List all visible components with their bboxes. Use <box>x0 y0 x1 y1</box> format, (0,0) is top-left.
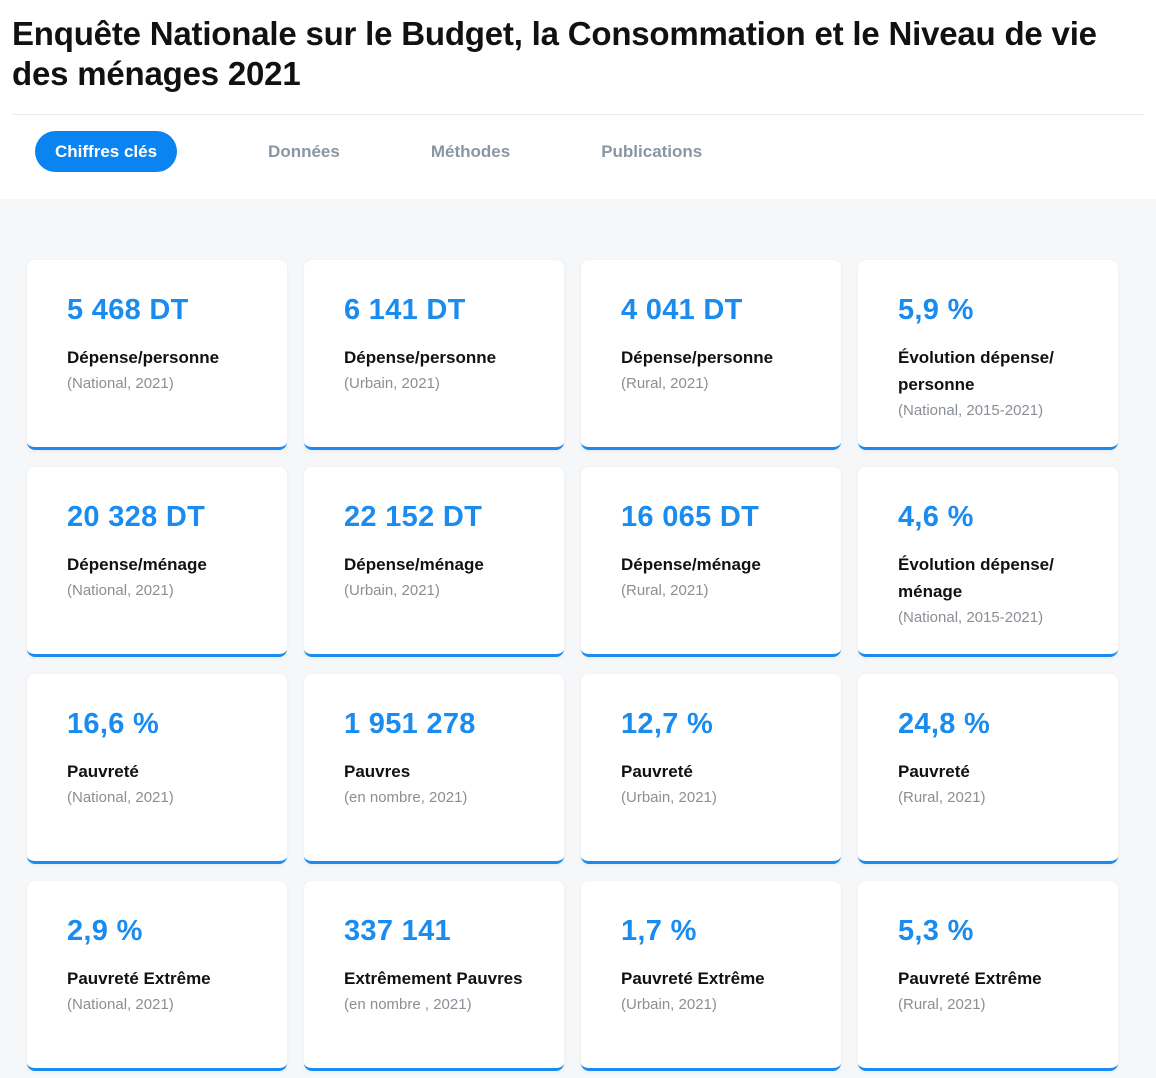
stat-context: (Rural, 2021) <box>621 582 709 599</box>
stat-value: 337 141 <box>344 915 451 947</box>
stat-value: 4 041 DT <box>621 294 743 326</box>
stat-card: 5 468 DT Dépense/personne (National, 202… <box>27 260 287 450</box>
stat-context: (Urbain, 2021) <box>621 996 717 1013</box>
stat-label: Pauvreté Extrême <box>621 969 765 988</box>
stat-context: (National, 2015-2021) <box>898 609 1044 626</box>
stat-label: Pauvreté <box>898 762 970 781</box>
tab-bar: Chiffres clés Données Méthodes Publicati… <box>12 131 1144 172</box>
key-figures-section: 5 468 DT Dépense/personne (National, 202… <box>0 199 1156 1078</box>
stat-label: Pauvreté Extrême <box>898 969 1042 988</box>
header-divider <box>12 114 1144 115</box>
stat-context: (National, 2021) <box>67 789 174 806</box>
stat-value: 22 152 DT <box>344 501 483 533</box>
stat-value: 4,6 % <box>898 501 974 533</box>
stat-value: 12,7 % <box>621 708 714 740</box>
stat-context: (National, 2021) <box>67 375 174 392</box>
page-title: Enquête Nationale sur le Budget, la Cons… <box>12 15 1097 92</box>
page-header: Enquête Nationale sur le Budget, la Cons… <box>0 0 1156 199</box>
tab-publications[interactable]: Publications <box>601 131 702 172</box>
stat-card: 1,7 % Pauvreté Extrême (Urbain, 2021) <box>581 881 841 1071</box>
stat-label: Dépense/personne <box>621 348 774 367</box>
stat-card: 337 141 Extrêmement Pauvres (en nombre ,… <box>304 881 564 1071</box>
stat-card: 1 951 278 Pauvres (en nombre, 2021) <box>304 674 564 864</box>
stat-context: (en nombre , 2021) <box>344 996 472 1013</box>
tab-chiffres-cles[interactable]: Chiffres clés <box>35 131 178 172</box>
stat-card: 12,7 % Pauvreté (Urbain, 2021) <box>581 674 841 864</box>
stat-context: (National, 2015-2021) <box>898 402 1044 419</box>
stat-label: Dépense/personne <box>67 348 220 367</box>
stat-label: Évolution dépense/ personne <box>898 348 1054 394</box>
stat-context: (Rural, 2021) <box>621 375 709 392</box>
stat-card: 24,8 % Pauvreté (Rural, 2021) <box>858 674 1118 864</box>
stat-value: 5,3 % <box>898 915 974 947</box>
stat-card: 5,9 % Évolution dépense/ personne (Natio… <box>858 260 1118 450</box>
stat-value: 24,8 % <box>898 708 991 740</box>
stat-label: Dépense/ménage <box>344 555 484 574</box>
stat-value: 1 951 278 <box>344 708 476 740</box>
stat-card: 22 152 DT Dépense/ménage (Urbain, 2021) <box>304 467 564 657</box>
stat-label: Pauvreté Extrême <box>67 969 211 988</box>
stat-value: 5 468 DT <box>67 294 189 326</box>
stat-label: Dépense/ménage <box>621 555 761 574</box>
stat-card: 2,9 % Pauvreté Extrême (National, 2021) <box>27 881 287 1071</box>
stat-label: Pauvreté <box>621 762 693 781</box>
stat-label: Pauvres <box>344 762 411 781</box>
tab-methodes[interactable]: Méthodes <box>431 131 510 172</box>
stat-context: (Urbain, 2021) <box>344 375 440 392</box>
stat-card: 16 065 DT Dépense/ménage (Rural, 2021) <box>581 467 841 657</box>
stat-card: 4,6 % Évolution dépense/ ménage (Nationa… <box>858 467 1118 657</box>
stat-context: (Urbain, 2021) <box>621 789 717 806</box>
stat-label: Évolution dépense/ ménage <box>898 555 1054 601</box>
stat-value: 6 141 DT <box>344 294 466 326</box>
key-figures-grid: 5 468 DT Dépense/personne (National, 202… <box>27 260 1118 1071</box>
stat-value: 2,9 % <box>67 915 143 947</box>
stat-context: (Urbain, 2021) <box>344 582 440 599</box>
stat-value: 5,9 % <box>898 294 974 326</box>
stat-value: 20 328 DT <box>67 501 206 533</box>
stat-value: 16,6 % <box>67 708 160 740</box>
stat-card: 5,3 % Pauvreté Extrême (Rural, 2021) <box>858 881 1118 1071</box>
stat-label: Extrêmement Pauvres <box>344 969 523 988</box>
stat-value: 16 065 DT <box>621 501 760 533</box>
stat-card: 4 041 DT Dépense/personne (Rural, 2021) <box>581 260 841 450</box>
stat-context: (en nombre, 2021) <box>344 789 468 806</box>
stat-label: Dépense/personne <box>344 348 497 367</box>
stat-card: 6 141 DT Dépense/personne (Urbain, 2021) <box>304 260 564 450</box>
stat-context: (Rural, 2021) <box>898 789 986 806</box>
stat-card: 20 328 DT Dépense/ménage (National, 2021… <box>27 467 287 657</box>
stat-label: Pauvreté <box>67 762 139 781</box>
stat-context: (Rural, 2021) <box>898 996 986 1013</box>
stat-context: (National, 2021) <box>67 996 174 1013</box>
stat-context: (National, 2021) <box>67 582 174 599</box>
stat-value: 1,7 % <box>621 915 697 947</box>
stat-label: Dépense/ménage <box>67 555 207 574</box>
stat-card: 16,6 % Pauvreté (National, 2021) <box>27 674 287 864</box>
tab-donnees[interactable]: Données <box>268 131 340 172</box>
